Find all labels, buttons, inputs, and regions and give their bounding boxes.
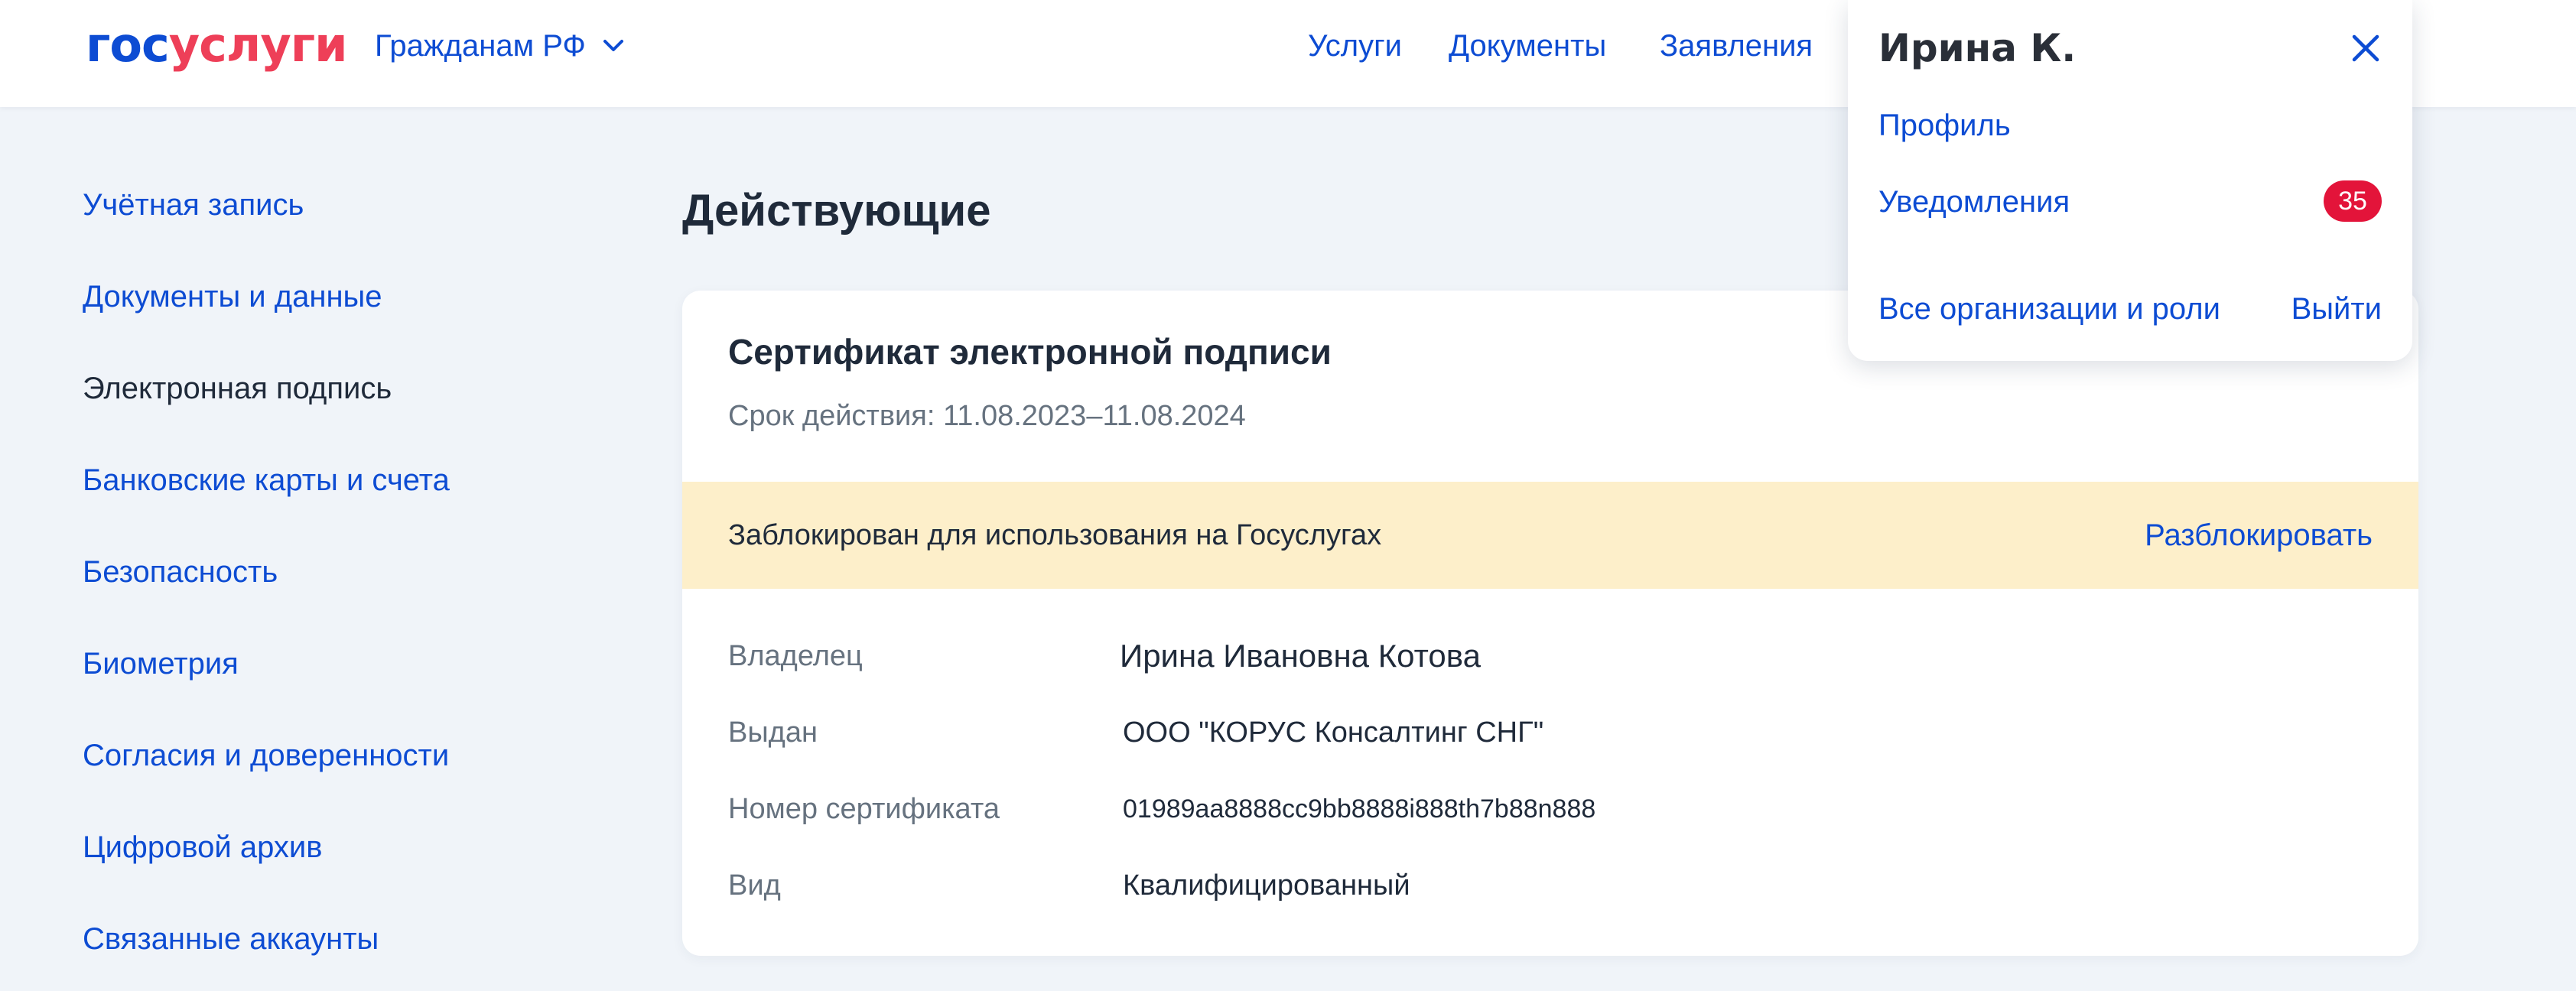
sidebar-item-consents[interactable]: Согласия и доверенности bbox=[83, 734, 449, 777]
logout-button[interactable]: Выйти bbox=[2291, 288, 2382, 330]
certificate-validity: Срок действия: 11.08.2023–11.08.2024 bbox=[728, 396, 1246, 436]
region-selector[interactable]: Гражданам РФ bbox=[375, 24, 624, 67]
detail-value-owner: Ирина Ивановна Котова bbox=[1120, 638, 1481, 674]
menu-username: Ирина К. bbox=[1878, 26, 2077, 70]
menu-notifications-link[interactable]: Уведомления bbox=[1878, 180, 2070, 223]
validity-label: Срок действия: bbox=[728, 400, 935, 432]
close-icon[interactable] bbox=[2348, 31, 2383, 66]
unblock-button[interactable]: Разблокировать bbox=[2145, 514, 2373, 557]
detail-row-type: Вид Квалифицированный bbox=[728, 864, 2373, 907]
region-label: Гражданам РФ bbox=[375, 28, 586, 63]
certificate-title: Сертификат электронной подписи bbox=[728, 332, 1332, 372]
detail-row-owner: Владелец Ирина Ивановна Котова bbox=[728, 635, 2373, 677]
detail-row-issuer: Выдан ООО "КОРУС Консалтинг СНГ" bbox=[728, 711, 2373, 754]
blocked-warning-bar: Заблокирован для использования на Госусл… bbox=[682, 482, 2418, 589]
nav-requests[interactable]: Заявления bbox=[1660, 24, 1813, 67]
detail-label: Владелец bbox=[728, 640, 863, 672]
detail-label: Выдан bbox=[728, 716, 818, 749]
sidebar-item-biometrics[interactable]: Биометрия bbox=[83, 642, 239, 685]
detail-value-type: Квалифицированный bbox=[1123, 869, 1410, 902]
chevron-down-icon bbox=[603, 40, 623, 51]
sidebar-item-security[interactable]: Безопасность bbox=[83, 551, 278, 593]
detail-label: Номер сертификата bbox=[728, 793, 1000, 825]
certificate-card: Сертификат электронной подписи Срок дейс… bbox=[682, 291, 2418, 956]
menu-profile-link[interactable]: Профиль bbox=[1878, 104, 2011, 147]
logo-part-uslugi: услуги bbox=[168, 17, 348, 73]
sidebar-item-linked-accounts[interactable]: Связанные аккаунты bbox=[83, 918, 379, 960]
validity-dates: 11.08.2023–11.08.2024 bbox=[942, 400, 1246, 432]
detail-row-cert-number: Номер сертификата 01989aa8888cc9bb8888i8… bbox=[728, 788, 2373, 830]
blocked-warning-text: Заблокирован для использования на Госусл… bbox=[728, 519, 1382, 551]
profile-dropdown: Ирина К. Профиль Уведомления 35 Все орга… bbox=[1848, 0, 2412, 361]
sidebar-item-e-signature[interactable]: Электронная подпись bbox=[83, 367, 392, 410]
sidebar-item-bank-cards[interactable]: Банковские карты и счета bbox=[83, 459, 450, 502]
sidebar-item-account[interactable]: Учётная запись bbox=[83, 184, 304, 226]
detail-label: Вид bbox=[728, 869, 781, 902]
page-title: Действующие bbox=[682, 186, 991, 236]
logo-part-gos: гос bbox=[86, 17, 170, 73]
gosuslugi-logo[interactable]: госуслуги bbox=[86, 17, 348, 73]
nav-services[interactable]: Услуги bbox=[1308, 24, 1402, 67]
nav-documents[interactable]: Документы bbox=[1449, 24, 1606, 67]
notifications-count-badge: 35 bbox=[2324, 180, 2382, 222]
detail-value-issuer: ООО "КОРУС Консалтинг СНГ" bbox=[1123, 716, 1544, 749]
sidebar-item-digital-archive[interactable]: Цифровой архив bbox=[83, 826, 322, 869]
menu-orgs-roles-link[interactable]: Все организации и роли bbox=[1878, 288, 2220, 330]
detail-value-cert-number: 01989aa8888cc9bb8888i888th7b88n888 bbox=[1123, 794, 1596, 824]
sidebar-item-documents[interactable]: Документы и данные bbox=[83, 275, 382, 318]
